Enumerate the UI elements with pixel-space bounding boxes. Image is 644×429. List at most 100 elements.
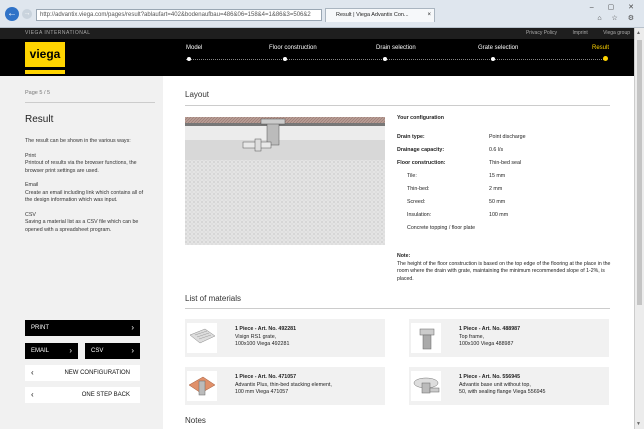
- csv-text: Saving a material list as a CSV file whi…: [25, 219, 139, 233]
- divider: [185, 308, 610, 309]
- material-item[interactable]: 1 Piece - Art. No. 488987 Top frame, 100…: [409, 319, 609, 357]
- print-text: Printout of results via the browser func…: [25, 160, 137, 174]
- material-art-no: 1 Piece - Art. No. 556945: [459, 374, 521, 380]
- base-unit-image: [411, 371, 441, 401]
- site-topbar: VIEGA INTERNATIONAL Privacy Policy Impri…: [0, 28, 634, 39]
- email-heading: Email: [25, 182, 39, 188]
- step-dot-grate: [491, 57, 495, 61]
- viega-group-link[interactable]: Viega group: [603, 30, 630, 36]
- csv-heading: CSV: [25, 211, 36, 218]
- brand-name: VIEGA INTERNATIONAL: [25, 30, 91, 36]
- tab-title: Result | Viega Advantix Con...: [336, 12, 409, 18]
- csv-label: CSV: [91, 348, 104, 354]
- step-grate-selection[interactable]: Grate selection: [478, 45, 518, 51]
- material-art-no: 1 Piece - Art. No. 471057: [235, 374, 297, 380]
- site-header: viega: [0, 39, 634, 76]
- thin-bed-value: 2 mm: [489, 186, 503, 192]
- back-button[interactable]: ←: [5, 7, 19, 21]
- viega-logo[interactable]: viega: [25, 42, 65, 74]
- new-configuration-button[interactable]: ‹ NEW CONFIGURATION: [25, 365, 140, 381]
- logo-bar: [25, 67, 65, 70]
- stacking-element-image: [187, 371, 217, 401]
- chevron-right-icon: ›: [131, 323, 134, 332]
- config-title: Your configuration: [397, 115, 444, 121]
- material-desc-1: Top frame,: [459, 333, 485, 340]
- one-step-back-label: ONE STEP BACK: [81, 392, 130, 398]
- material-item[interactable]: 1 Piece - Art. No. 556945 Advantix base …: [409, 367, 609, 405]
- floor-construction-value: Thin-bed seal: [489, 160, 522, 166]
- page-indicator: Page 5 / 5: [25, 90, 51, 96]
- material-desc-2: 100x100 Viega 492281: [235, 341, 290, 347]
- new-configuration-label: NEW CONFIGURATION: [64, 370, 130, 376]
- step-drain-selection[interactable]: Drain selection: [376, 45, 416, 51]
- note-text: The height of the floor construction is …: [397, 260, 611, 282]
- thin-bed-label: Thin-bed:: [407, 186, 430, 192]
- email-label: EMAIL: [31, 348, 50, 354]
- materials-heading: List of materials: [185, 294, 242, 303]
- tab-close-icon[interactable]: ×: [427, 9, 431, 22]
- note-box: Note: The height of the floor constructi…: [397, 253, 622, 283]
- drainage-capacity-label: Drainage capacity:: [397, 147, 445, 153]
- top-frame-image: [411, 323, 441, 353]
- floor-construction-label: Floor construction:: [397, 160, 446, 166]
- material-desc-2: 50, with sealing flange Viega 556945: [459, 389, 546, 395]
- note-heading: Note:: [397, 253, 411, 259]
- page-title: Result: [25, 114, 54, 125]
- scrollbar[interactable]: ▲ ▼: [634, 28, 644, 429]
- address-bar[interactable]: http://advantix.viega.com/pages/result?a…: [36, 9, 322, 21]
- csv-button[interactable]: CSV ›: [85, 343, 140, 359]
- divider: [25, 102, 155, 103]
- material-art-no: 1 Piece - Art. No. 492281: [235, 326, 297, 332]
- drain-type-label: Drain type:: [397, 134, 425, 140]
- privacy-policy-link[interactable]: Privacy Policy: [526, 30, 557, 36]
- browser-toolbar: ← → http://advantix.viega.com/pages/resu…: [0, 0, 644, 28]
- floor-construction-drawing: [185, 117, 385, 245]
- tile-value: 15 mm: [489, 173, 506, 179]
- concrete-label: Concrete topping / floor plate: [407, 225, 476, 231]
- screed-value: 50 mm: [489, 199, 506, 205]
- material-desc-1: Visign RS1 grate,: [235, 333, 277, 340]
- material-art-no: 1 Piece - Art. No. 488987: [459, 326, 521, 332]
- email-button[interactable]: EMAIL ›: [25, 343, 78, 359]
- scrollbar-thumb[interactable]: [637, 40, 642, 305]
- chevron-right-icon: ›: [69, 346, 72, 355]
- step-dot-floor: [283, 57, 287, 61]
- layout-heading: Layout: [185, 90, 210, 99]
- grate-image: [187, 323, 217, 353]
- scroll-down-icon[interactable]: ▼: [636, 421, 641, 427]
- forward-button[interactable]: →: [22, 9, 32, 19]
- chevron-right-icon: ›: [131, 346, 134, 355]
- step-model[interactable]: Model: [186, 45, 202, 51]
- browser-tools-icons[interactable]: ⌂ ☆ ⚙: [597, 14, 638, 22]
- step-dot-drain: [383, 57, 387, 61]
- print-button[interactable]: PRINT ›: [25, 320, 140, 336]
- print-label: PRINT: [31, 325, 49, 331]
- material-desc-2: 100 mm Viega 471057: [235, 389, 289, 395]
- step-dot-model: [187, 57, 191, 61]
- step-dot-result: [603, 56, 608, 61]
- result-instructions: The result can be shown in the various w…: [25, 138, 145, 241]
- divider: [185, 105, 610, 106]
- notes-heading: Notes: [185, 416, 206, 425]
- insulation-label: Insulation:: [407, 212, 432, 218]
- imprint-link[interactable]: Imprint: [572, 30, 587, 36]
- window-controls[interactable]: – ▢ ✕: [590, 3, 640, 11]
- material-desc-1: Advantix base unit without top,: [459, 381, 531, 388]
- intro-text: The result can be shown in the various w…: [25, 138, 131, 144]
- material-item[interactable]: 1 Piece - Art. No. 492281 Visign RS1 gra…: [185, 319, 385, 357]
- one-step-back-button[interactable]: ‹ ONE STEP BACK: [25, 387, 140, 403]
- material-item[interactable]: 1 Piece - Art. No. 471057 Advantix Plus,…: [185, 367, 385, 405]
- left-panel: Page 5 / 5 Result The result can be show…: [0, 76, 163, 429]
- steps-progress-line: [186, 59, 606, 60]
- scroll-up-icon[interactable]: ▲: [636, 30, 641, 36]
- browser-tab[interactable]: Result | Viega Advantix Con... ×: [325, 8, 435, 22]
- tile-label: Tile:: [407, 173, 417, 179]
- logo-text: viega: [29, 47, 61, 61]
- main-content: Layout Your configuration Drain type: Po…: [163, 76, 634, 429]
- insulation-value: 100 mm: [489, 212, 509, 218]
- material-desc-1: Advantix Plus, thin-bed stacking element…: [235, 381, 332, 388]
- step-result[interactable]: Result: [592, 45, 609, 51]
- material-desc-2: 100x100 Viega 488987: [459, 341, 514, 347]
- step-floor-construction[interactable]: Floor construction: [269, 45, 317, 51]
- screed-label: Screed:: [407, 199, 426, 205]
